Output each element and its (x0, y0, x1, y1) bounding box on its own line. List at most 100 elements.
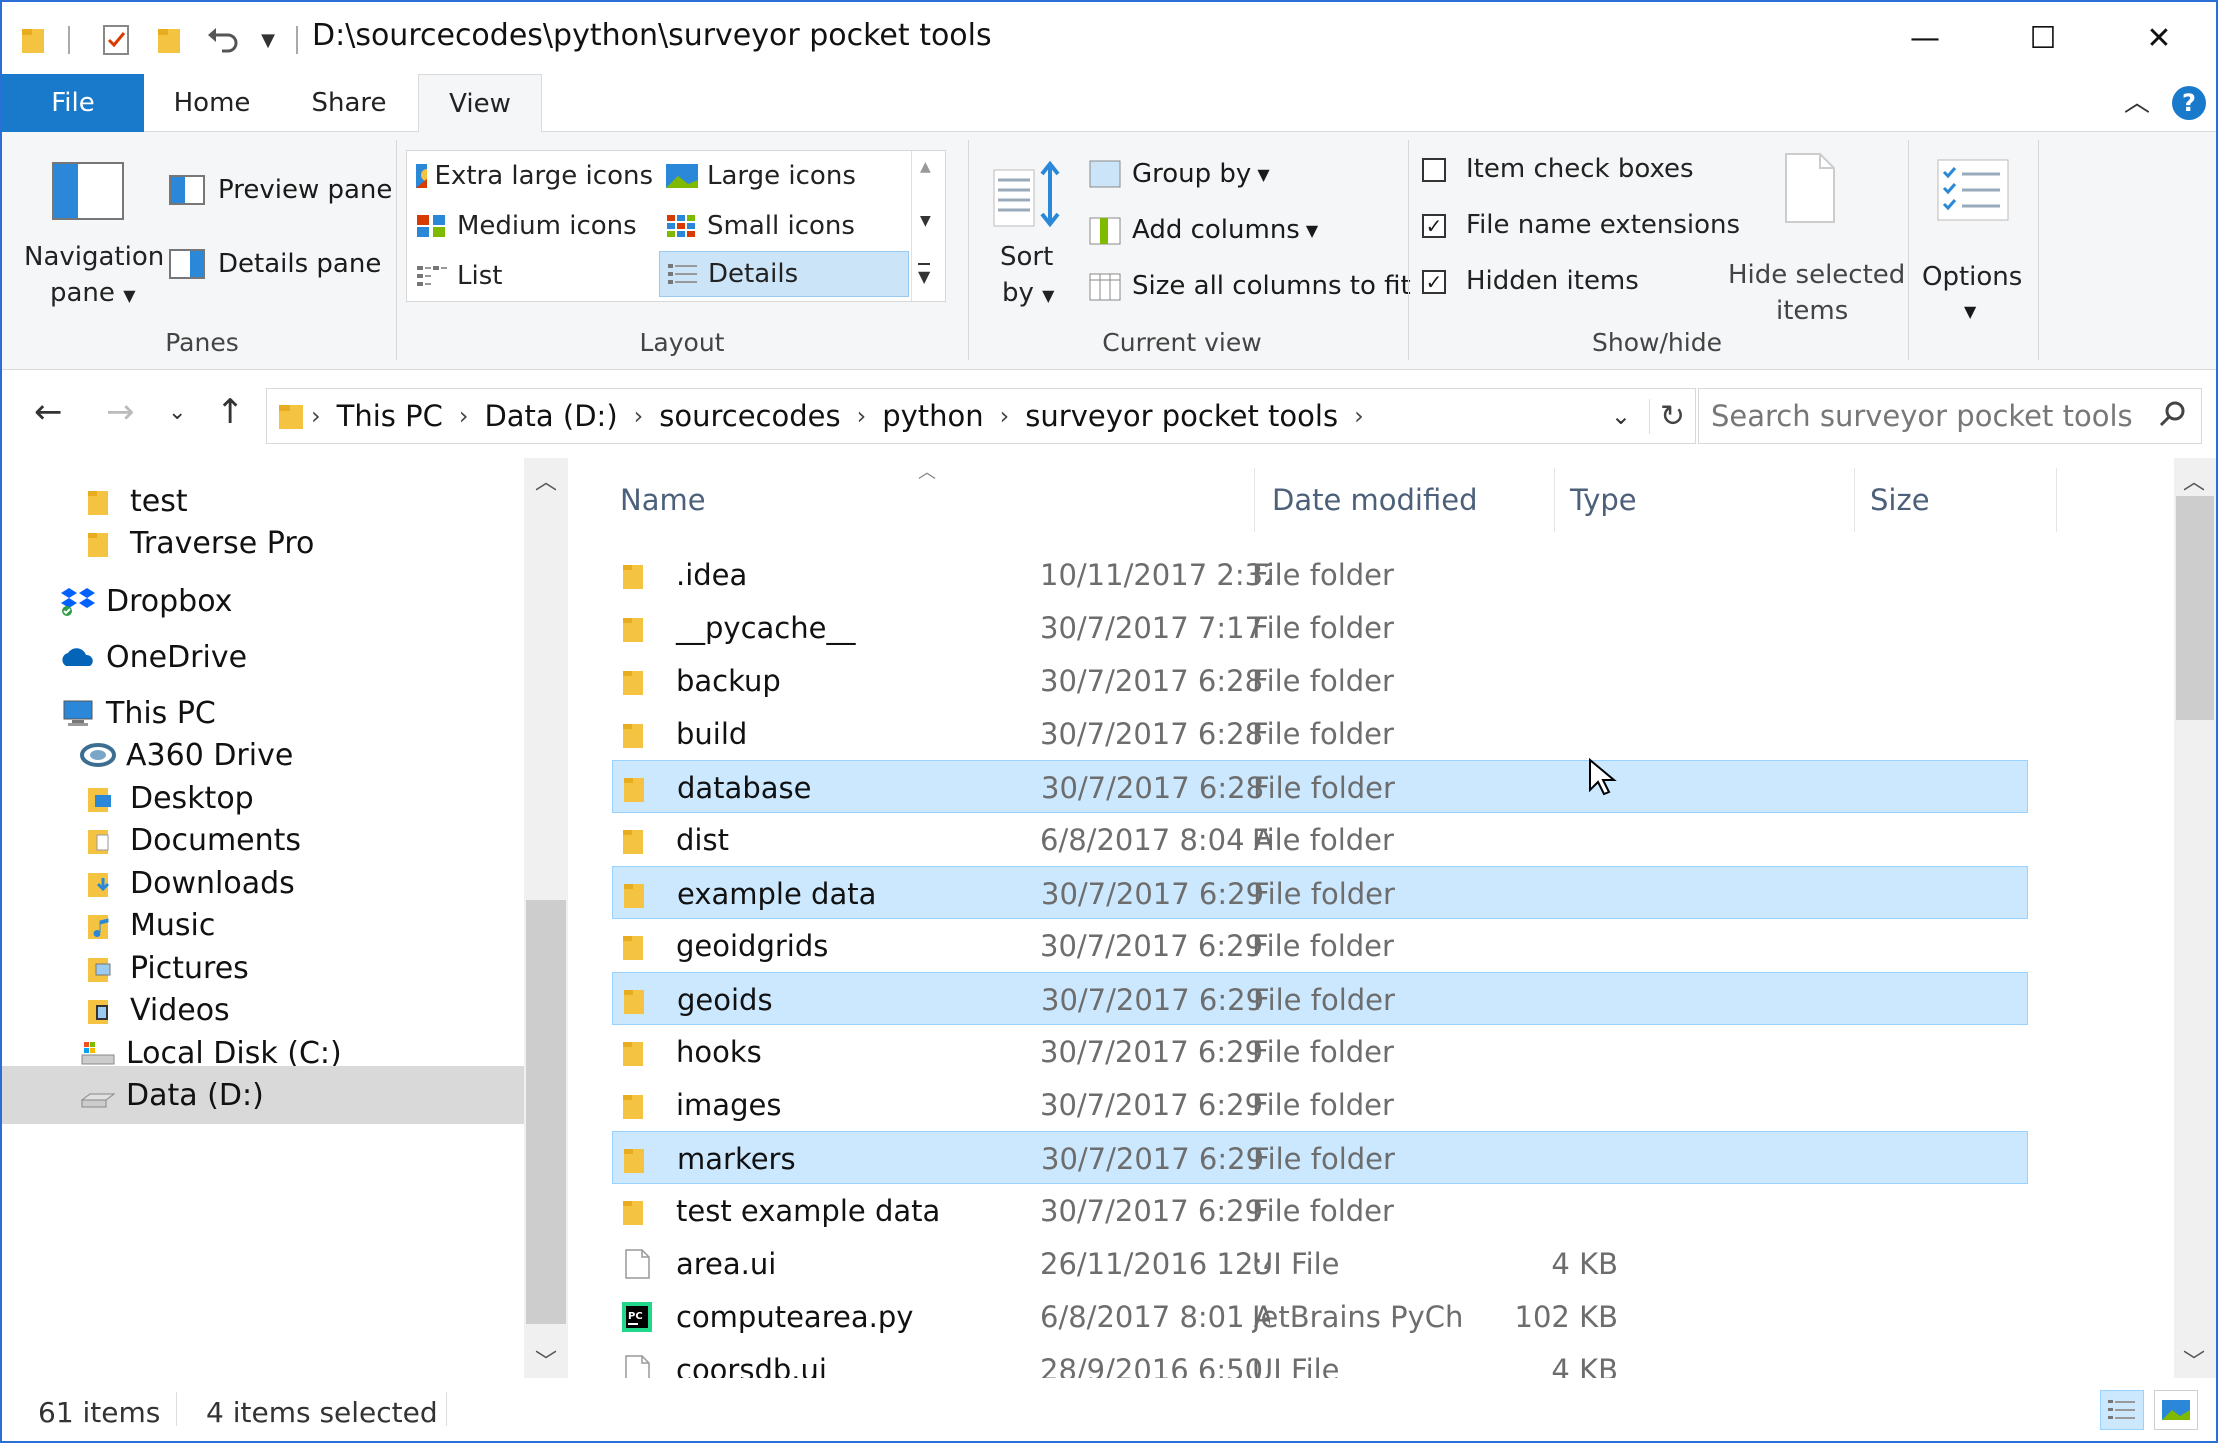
breadcrumb-data-d[interactable]: Data (D:) (474, 399, 627, 433)
breadcrumb-surveyor-pocket-tools[interactable]: surveyor pocket tools (1015, 399, 1348, 433)
hide-selected-items-button[interactable]: Hide selected items (1720, 150, 1905, 326)
breadcrumb-separator-icon[interactable]: › (994, 402, 1016, 430)
layout-list[interactable]: List (409, 253, 653, 299)
search-input[interactable]: Search surveyor pocket tools (1711, 399, 2133, 433)
file-row[interactable]: .idea 10/11/2017 2:32 P...File folder (612, 548, 2028, 601)
breadcrumb-separator-icon[interactable]: › (453, 402, 475, 430)
file-row[interactable]: backup 30/7/2017 6:28 PMFile folder (612, 654, 2028, 707)
layout-large-icons[interactable]: Large icons (659, 153, 903, 199)
layout-medium-icons[interactable]: Medium icons (409, 203, 653, 249)
file-row[interactable]: dist 6/8/2017 8:04 AMFile folder (612, 813, 2028, 866)
size-all-columns-button[interactable]: Size all columns to fit (1088, 266, 1411, 306)
hidden-items-checkbox[interactable]: ✓ (1422, 270, 1446, 294)
address-bar[interactable]: › This PC › Data (D:) › sourcecodes › py… (266, 388, 1696, 444)
breadcrumb-separator-icon[interactable]: › (1348, 402, 1370, 430)
maximize-button[interactable]: ☐ (1984, 2, 2102, 74)
computer-icon (60, 696, 96, 730)
scroll-down-icon[interactable]: ﹀ (526, 1344, 566, 1376)
undo-icon[interactable] (202, 20, 242, 60)
more-layouts-icon[interactable]: ▼ (918, 263, 931, 286)
file-row[interactable]: markers 30/7/2017 6:29 PMFile folder (612, 1131, 2028, 1184)
file-name-extensions-toggle[interactable]: ✓ File name extensions (1420, 208, 1740, 248)
layout-extra-large-icons[interactable]: Extra large icons (409, 153, 653, 199)
tab-file[interactable]: File (2, 74, 144, 132)
layout-gallery-scroll[interactable]: ▲ ▼ ▼ (911, 151, 945, 301)
layout-small-icons[interactable]: Small icons (659, 203, 903, 249)
scroll-up-icon[interactable]: ︿ (526, 464, 566, 496)
customize-toolbar-icon[interactable]: ▼ (256, 20, 280, 60)
file-row[interactable]: build 30/7/2017 6:28 PMFile folder (612, 707, 2028, 760)
preview-pane-button[interactable]: Preview pane (168, 170, 392, 210)
tree-item-dropbox[interactable]: Dropbox (2, 572, 524, 630)
column-header-type[interactable]: Type (1570, 468, 1637, 532)
breadcrumb-this-pc[interactable]: This PC (327, 399, 453, 433)
options-button[interactable]: Options ▼ (1914, 152, 2034, 328)
item-check-boxes-checkbox[interactable] (1422, 158, 1446, 182)
column-divider[interactable] (1854, 468, 1855, 532)
column-divider[interactable] (2056, 468, 2057, 532)
details-view-toggle-icon[interactable] (2100, 1390, 2144, 1430)
tab-home[interactable]: Home (152, 74, 272, 132)
tree-item-data-d[interactable]: Data (D:) (2, 1066, 524, 1124)
nav-scrollbar-thumb[interactable] (526, 900, 566, 1324)
file-row[interactable]: example data 30/7/2017 6:29 PMFile folder (612, 866, 2028, 919)
help-icon[interactable]: ? (2172, 86, 2206, 120)
column-divider[interactable] (1254, 468, 1255, 532)
navigation-pane-button[interactable]: Navigation pane ▼ (22, 132, 164, 322)
breadcrumb-separator-icon[interactable]: › (851, 402, 873, 430)
column-header-size[interactable]: Size (1870, 468, 1930, 532)
add-columns-button[interactable]: Add columns ▼ (1088, 210, 1318, 250)
file-row[interactable]: PC computearea.py 6/8/2017 8:01 AMJetBrain… (612, 1290, 2028, 1343)
nav-scrollbar[interactable]: ︿ ﹀ (524, 458, 568, 1378)
column-header-name[interactable]: Name (620, 468, 706, 532)
file-list-scrollbar-thumb[interactable] (2176, 496, 2214, 720)
sort-by-button[interactable]: Sort by ▼ (982, 152, 1074, 322)
file-row[interactable]: database 30/7/2017 6:28 PMFile folder (612, 760, 2028, 813)
scroll-down-icon[interactable]: ﹀ (2174, 1344, 2214, 1376)
scroll-up-icon[interactable]: ︿ (2174, 464, 2214, 496)
file-row[interactable]: geoidgrids 30/7/2017 6:29 PMFile folder (612, 919, 2028, 972)
folder-icon (621, 1144, 655, 1174)
file-row[interactable]: area.ui 26/11/2016 12:43 ...UI File 4 KB (612, 1237, 2028, 1290)
file-row[interactable]: geoids 30/7/2017 6:29 PMFile folder (612, 972, 2028, 1025)
address-dropdown-icon[interactable]: ⌄ (1611, 402, 1631, 430)
scroll-down-icon[interactable]: ▼ (920, 213, 931, 229)
hidden-items-toggle[interactable]: ✓ Hidden items (1420, 264, 1720, 304)
search-icon[interactable] (2157, 399, 2187, 436)
file-name-extensions-checkbox[interactable]: ✓ (1422, 214, 1446, 238)
tab-view[interactable]: View (418, 74, 542, 133)
tab-share[interactable]: Share (284, 74, 414, 132)
group-by-button[interactable]: Group by ▼ (1088, 154, 1270, 194)
new-folder-icon[interactable] (154, 20, 184, 60)
divider (176, 1392, 177, 1426)
up-icon[interactable]: ↑ (216, 392, 245, 432)
breadcrumb-separator-icon[interactable]: › (628, 402, 650, 430)
collapse-ribbon-icon[interactable]: ︿ (2124, 82, 2150, 119)
breadcrumb-python[interactable]: python (872, 399, 993, 433)
tree-item-traverse-pro[interactable]: Traverse Pro (2, 514, 524, 572)
recent-locations-icon[interactable]: ⌄ (168, 400, 186, 425)
large-icons-view-toggle-icon[interactable] (2154, 1390, 2198, 1430)
file-row[interactable]: test example data 30/7/2017 6:29 PMFile f… (612, 1184, 2028, 1237)
item-check-boxes-toggle[interactable]: Item check boxes (1420, 152, 1720, 192)
minimize-button[interactable]: — (1866, 2, 1984, 74)
close-button[interactable]: ✕ (2100, 2, 2216, 74)
column-divider[interactable] (1554, 468, 1555, 532)
search-box[interactable]: Search surveyor pocket tools (1698, 388, 2202, 444)
file-row[interactable]: __pycache__ 30/7/2017 7:17 PMFile folder (612, 601, 2028, 654)
file-row[interactable]: hooks 30/7/2017 6:29 PMFile folder (612, 1025, 2028, 1078)
layout-details[interactable]: Details (659, 251, 909, 297)
tree-item-onedrive[interactable]: OneDrive (2, 628, 524, 686)
details-pane-button[interactable]: Details pane (168, 244, 381, 284)
column-header-date-modified[interactable]: Date modified (1272, 468, 1478, 532)
breadcrumb-sourcecodes[interactable]: sourcecodes (649, 399, 850, 433)
file-list-scrollbar[interactable]: ︿ ﹀ (2174, 458, 2216, 1378)
scroll-up-icon[interactable]: ▲ (920, 159, 931, 175)
properties-icon[interactable] (98, 20, 134, 60)
back-icon[interactable]: ← (34, 392, 63, 432)
forward-icon[interactable]: → (106, 392, 135, 432)
file-date: 30/7/2017 6:29 PM (1041, 876, 1271, 911)
file-row[interactable]: images 30/7/2017 6:29 PMFile folder (612, 1078, 2028, 1131)
refresh-icon[interactable]: ↻ (1648, 398, 1685, 434)
file-date: 30/7/2017 6:29 PM (1040, 928, 1270, 963)
